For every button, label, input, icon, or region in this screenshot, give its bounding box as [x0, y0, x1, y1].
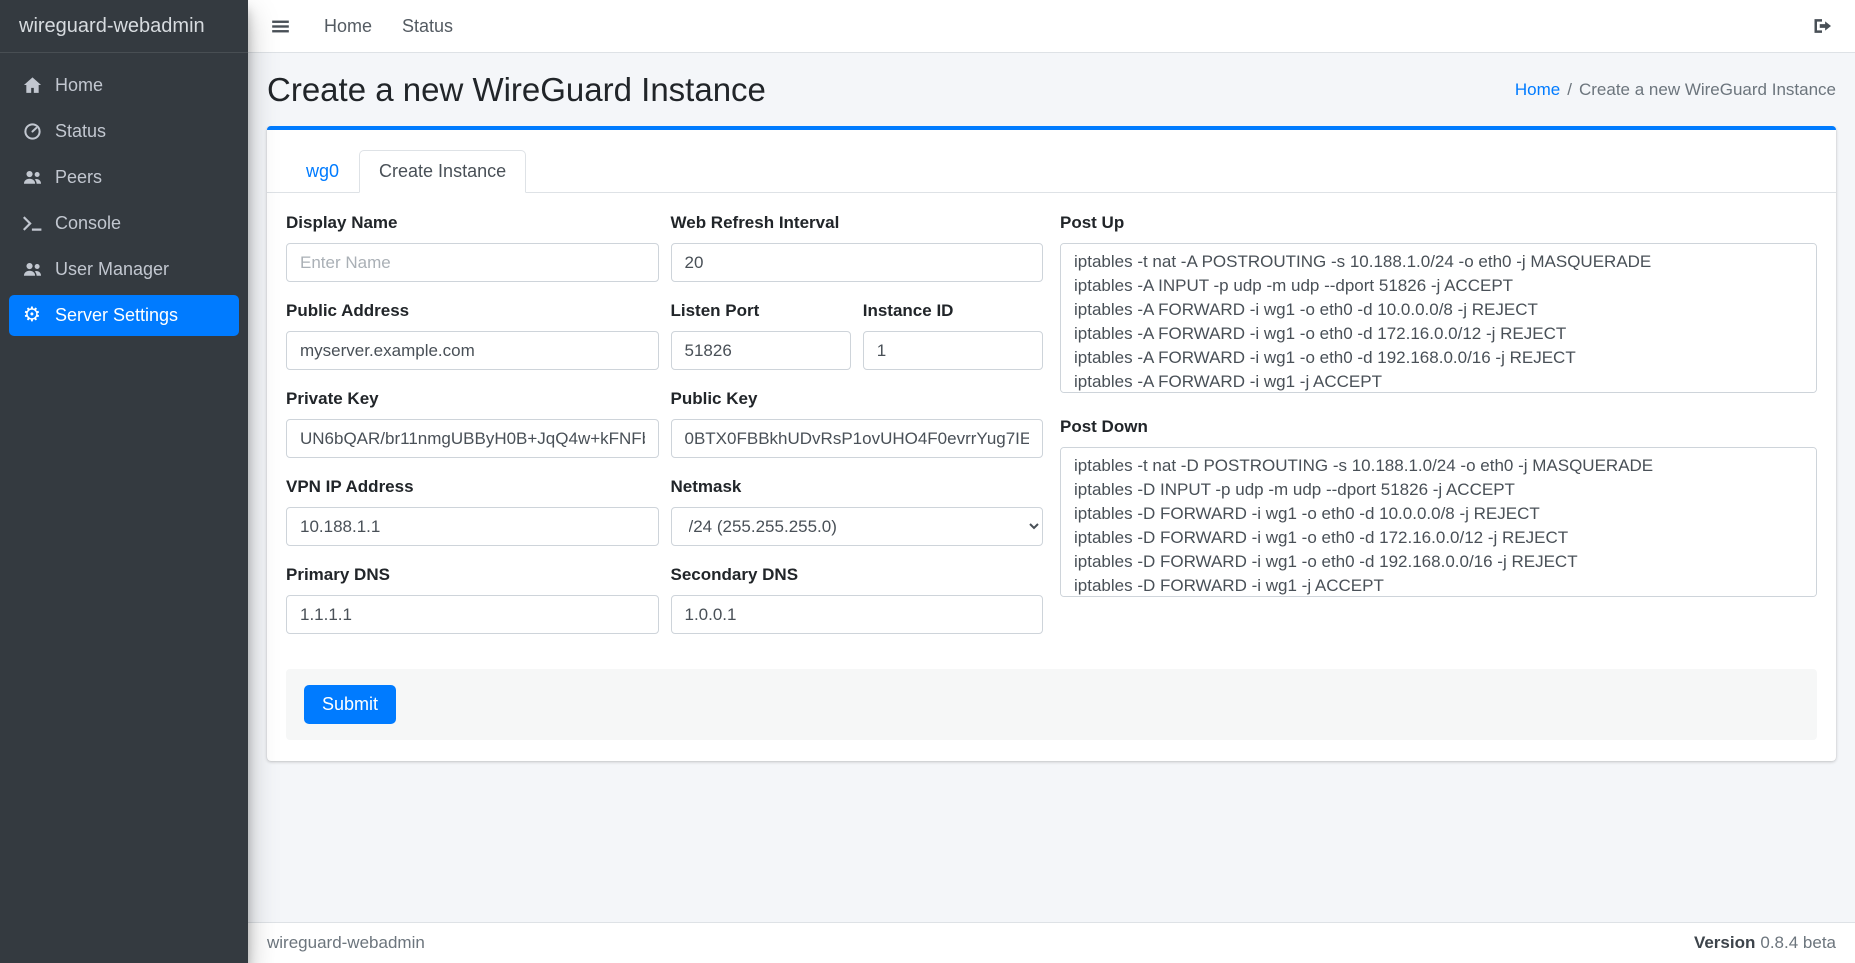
public-key-label: Public Key: [671, 389, 1044, 409]
sidebar-item-home[interactable]: Home: [9, 65, 239, 106]
sidebar: wireguard-webadmin Home Status Peers: [0, 0, 248, 963]
footer-brand: wireguard-webadmin: [267, 933, 425, 953]
web-refresh-interval-field: Web Refresh Interval: [671, 213, 1044, 282]
top-navbar: Home Status: [248, 0, 1855, 53]
submit-bar: Submit: [286, 669, 1817, 740]
tab-wg0[interactable]: wg0: [286, 150, 359, 193]
logout-icon: [1812, 16, 1832, 36]
content-header: Create a new WireGuard Instance Home / Cre…: [248, 53, 1855, 126]
public-address-input[interactable]: [286, 331, 659, 370]
instance-id-input[interactable]: [863, 331, 1043, 370]
sidebar-item-console[interactable]: Console: [9, 203, 239, 244]
users-icon: [20, 168, 44, 187]
instance-tabs: wg0 Create Instance: [267, 130, 1836, 193]
vpn-ip-label: VPN IP Address: [286, 477, 659, 497]
page-title: Create a new WireGuard Instance: [267, 71, 766, 109]
instance-form: Display Name Web Refresh Interval Public…: [267, 193, 1836, 761]
sidebar-item-server-settings[interactable]: ⚙ Server Settings: [9, 295, 239, 336]
vpn-ip-field: VPN IP Address: [286, 477, 659, 546]
brand-link[interactable]: wireguard-webadmin: [0, 0, 248, 53]
private-key-input[interactable]: [286, 419, 659, 458]
breadcrumb-current: Create a new WireGuard Instance: [1579, 80, 1836, 99]
breadcrumb-home-link[interactable]: Home: [1515, 80, 1560, 99]
post-up-textarea[interactable]: iptables -t nat -A POSTROUTING -s 10.188…: [1060, 243, 1817, 393]
post-up-field: Post Up iptables -t nat -A POSTROUTING -…: [1060, 213, 1817, 398]
public-key-input[interactable]: [671, 419, 1044, 458]
netmask-select[interactable]: /24 (255.255.255.0): [671, 507, 1044, 546]
form-right-column: Post Up iptables -t nat -A POSTROUTING -…: [1060, 213, 1817, 634]
version-value: 0.8.4 beta: [1760, 933, 1836, 952]
submit-button[interactable]: Submit: [304, 685, 396, 724]
listen-port-label: Listen Port: [671, 301, 851, 321]
display-name-field: Display Name: [286, 213, 659, 282]
users-icon: [20, 260, 44, 279]
sidebar-toggle-button[interactable]: [267, 13, 294, 40]
version-label: Version: [1694, 933, 1755, 952]
home-icon: [20, 76, 44, 95]
netmask-label: Netmask: [671, 477, 1044, 497]
breadcrumb: Home / Create a new WireGuard Instance: [1515, 80, 1836, 100]
sidebar-item-peers[interactable]: Peers: [9, 157, 239, 198]
post-down-label: Post Down: [1060, 417, 1817, 437]
instance-id-label: Instance ID: [863, 301, 1043, 321]
logout-button[interactable]: [1808, 12, 1836, 40]
instance-card: wg0 Create Instance Display Name: [267, 126, 1836, 761]
primary-dns-input[interactable]: [286, 595, 659, 634]
display-name-input[interactable]: [286, 243, 659, 282]
display-name-label: Display Name: [286, 213, 659, 233]
sidebar-item-user-manager[interactable]: User Manager: [9, 249, 239, 290]
gauge-icon: [20, 122, 44, 141]
port-id-row: Listen Port Instance ID: [671, 301, 1044, 370]
post-up-label: Post Up: [1060, 213, 1817, 233]
secondary-dns-label: Secondary DNS: [671, 565, 1044, 585]
listen-port-field: Listen Port: [671, 301, 851, 370]
post-down-field: Post Down iptables -t nat -D POSTROUTING…: [1060, 417, 1817, 602]
menu-icon: [271, 17, 290, 36]
post-down-textarea[interactable]: iptables -t nat -D POSTROUTING -s 10.188…: [1060, 447, 1817, 597]
main-column: Home Status Create a new WireGuard Insta…: [248, 0, 1855, 963]
primary-dns-label: Primary DNS: [286, 565, 659, 585]
listen-port-input[interactable]: [671, 331, 851, 370]
web-refresh-interval-input[interactable]: [671, 243, 1044, 282]
private-key-label: Private Key: [286, 389, 659, 409]
version-info: Version 0.8.4 beta: [1694, 933, 1836, 953]
sidebar-item-label: Peers: [55, 167, 102, 188]
terminal-icon: [20, 214, 44, 233]
public-address-label: Public Address: [286, 301, 659, 321]
breadcrumb-separator: /: [1567, 80, 1572, 99]
sidebar-item-label: Console: [55, 213, 121, 234]
sidebar-item-label: Server Settings: [55, 305, 178, 326]
instance-id-field: Instance ID: [863, 301, 1043, 370]
sidebar-item-label: Status: [55, 121, 106, 142]
gears-icon: ⚙: [20, 306, 44, 325]
app-root: wireguard-webadmin Home Status Peers: [0, 0, 1855, 963]
web-refresh-interval-label: Web Refresh Interval: [671, 213, 1044, 233]
netmask-field: Netmask /24 (255.255.255.0): [671, 477, 1044, 546]
content-area: wg0 Create Instance Display Name: [248, 126, 1855, 922]
secondary-dns-field: Secondary DNS: [671, 565, 1044, 634]
sidebar-item-label: Home: [55, 75, 103, 96]
content-wrapper: Create a new WireGuard Instance Home / Cre…: [248, 53, 1855, 922]
public-address-field: Public Address: [286, 301, 659, 370]
topnav-link-status[interactable]: Status: [402, 16, 453, 37]
public-key-field: Public Key: [671, 389, 1044, 458]
vpn-ip-input[interactable]: [286, 507, 659, 546]
primary-dns-field: Primary DNS: [286, 565, 659, 634]
sidebar-nav: Home Status Peers Console: [0, 53, 248, 341]
main-footer: wireguard-webadmin Version 0.8.4 beta: [248, 922, 1855, 963]
secondary-dns-input[interactable]: [671, 595, 1044, 634]
topnav-link-home[interactable]: Home: [324, 16, 372, 37]
private-key-field: Private Key: [286, 389, 659, 458]
tab-create-instance[interactable]: Create Instance: [359, 150, 526, 193]
sidebar-item-label: User Manager: [55, 259, 169, 280]
form-left-columns: Display Name Web Refresh Interval Public…: [286, 213, 1043, 634]
sidebar-item-status[interactable]: Status: [9, 111, 239, 152]
